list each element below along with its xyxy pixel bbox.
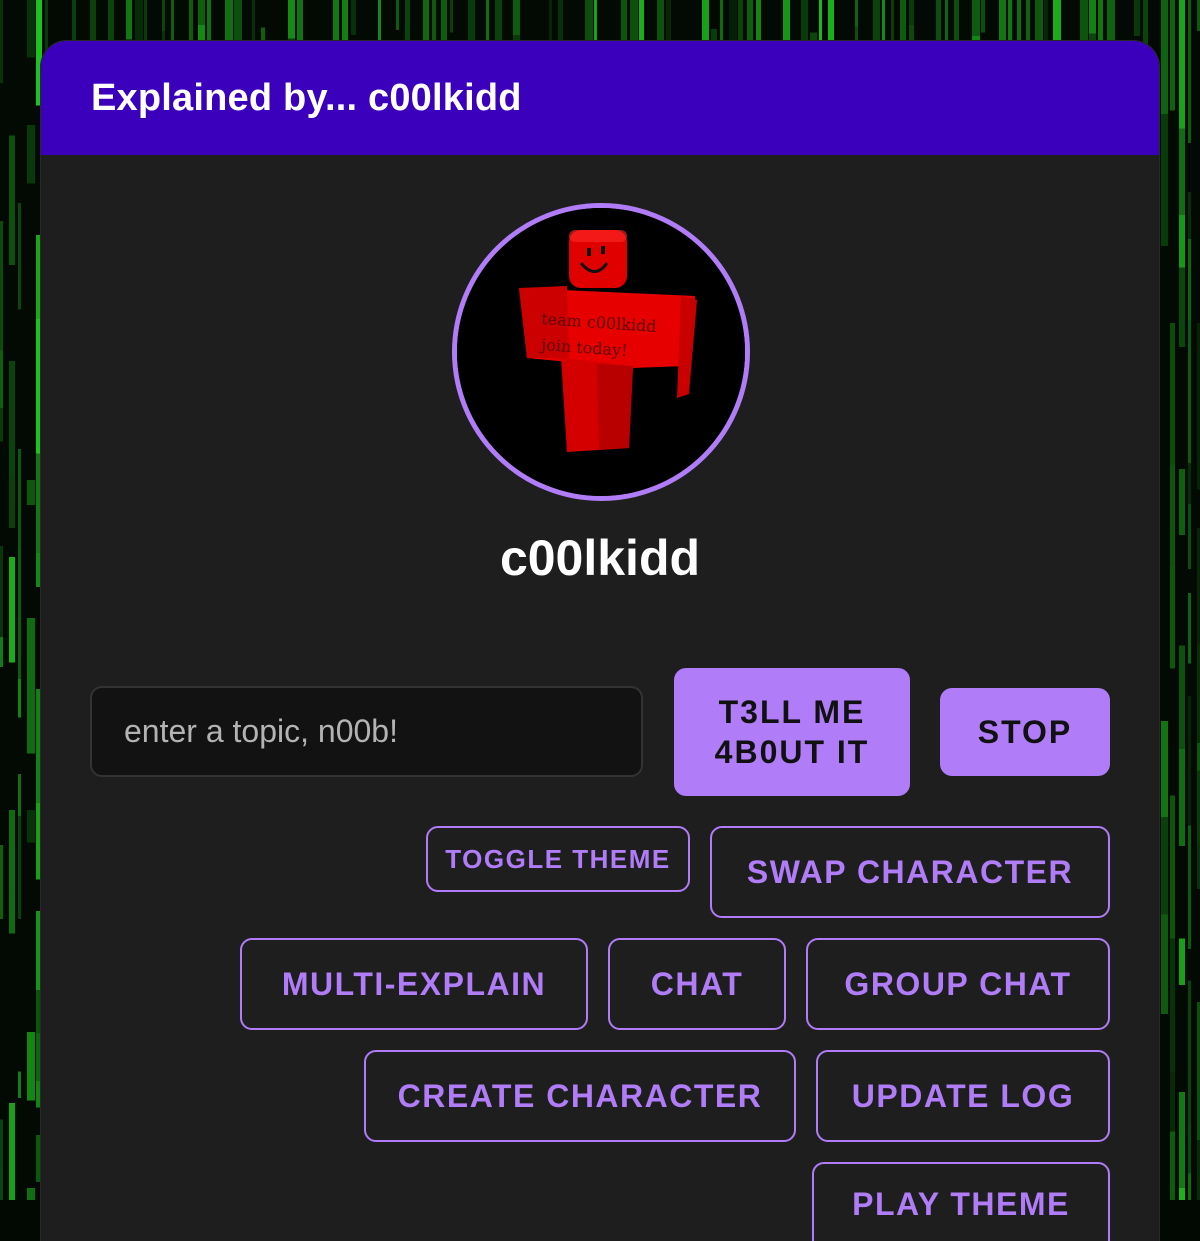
- group-chat-button[interactable]: GROUP CHAT: [806, 938, 1110, 1030]
- chat-button[interactable]: CHAT: [608, 938, 786, 1030]
- character-avatar: team c00lkidd join today!: [452, 203, 750, 501]
- update-log-button[interactable]: UPDATE LOG: [816, 1050, 1110, 1142]
- multi-explain-button[interactable]: MULTI-EXPLAIN: [240, 938, 588, 1030]
- character-avatar-image: team c00lkidd join today!: [457, 208, 745, 496]
- tell-me-about-it-button[interactable]: T3LL ME 4B0UT IT: [674, 668, 910, 796]
- matrix-column: [9, 0, 15, 1200]
- explainer-panel: Explained by... c00lkidd team c00lkidd j…: [41, 41, 1159, 1241]
- character-name: c00lkidd: [499, 530, 701, 586]
- panel-header: Explained by... c00lkidd: [41, 41, 1159, 155]
- play-theme-button[interactable]: PLAY THEME: [812, 1162, 1110, 1241]
- swap-character-button[interactable]: SWAP CHARACTER: [710, 826, 1110, 918]
- matrix-column: [0, 0, 3, 1200]
- matrix-column: [1188, 0, 1191, 1200]
- matrix-column: [1170, 0, 1175, 1200]
- matrix-column: [27, 0, 35, 1200]
- stop-button[interactable]: STOP: [940, 688, 1110, 776]
- topic-input[interactable]: [90, 686, 643, 777]
- panel-title: Explained by... c00lkidd: [91, 76, 522, 119]
- toggle-theme-button[interactable]: TOGGLE THEME: [426, 826, 690, 892]
- matrix-column: [1161, 0, 1168, 1200]
- matrix-column: [1179, 0, 1185, 1200]
- create-character-button[interactable]: CREATE CHARACTER: [364, 1050, 796, 1142]
- matrix-column: [18, 0, 21, 1200]
